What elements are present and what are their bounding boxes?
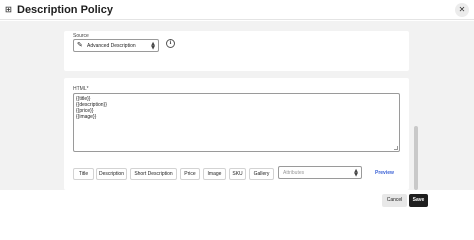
chevron-down-icon: ▼ [151, 45, 155, 51]
source-select[interactable]: ✎ Advanced Description ▲ ▼ [73, 39, 159, 52]
insert-image-button[interactable]: Image [203, 168, 226, 180]
insert-title-button[interactable]: Title [73, 168, 94, 180]
insert-sku-button[interactable]: SKU [229, 168, 246, 180]
source-select-value: Advanced Description [87, 43, 136, 49]
close-icon[interactable]: ✕ [455, 3, 469, 17]
scrollbar[interactable] [414, 126, 418, 190]
cancel-button[interactable]: Cancel [382, 194, 407, 207]
save-button[interactable]: Save [409, 194, 428, 207]
insert-gallery-button[interactable]: Gallery [249, 168, 274, 180]
insert-description-button[interactable]: Description [96, 168, 127, 180]
pen-icon: ✎ [77, 41, 83, 49]
chevron-down-icon: ▼ [354, 172, 358, 178]
insert-price-button[interactable]: Price [180, 168, 200, 180]
grid-logo-icon: ⊞ [5, 5, 12, 14]
preview-link[interactable]: Preview [375, 170, 394, 176]
html-editor[interactable]: {{title}} {{description}} {{price}} {{im… [73, 93, 400, 152]
dialog-title: Description Policy [17, 4, 113, 16]
attributes-select[interactable]: Attributes ▲ ▼ [278, 166, 362, 179]
html-line: {{image}} [76, 114, 97, 120]
dialog-body: Source ✎ Advanced Description ▲ ▼ i HTML… [0, 21, 474, 190]
attributes-placeholder: Attributes [283, 170, 305, 176]
dialog-footer: Cancel Save [0, 190, 474, 210]
resize-handle[interactable] [394, 146, 398, 150]
source-card: Source ✎ Advanced Description ▲ ▼ i [64, 31, 409, 71]
insert-short-description-button[interactable]: Short Description [130, 168, 177, 180]
info-icon[interactable]: i [166, 39, 175, 48]
html-label: HTML* [73, 86, 89, 92]
html-card: HTML* {{title}} {{description}} {{price}… [64, 78, 409, 190]
dialog-header: ⊞ Description Policy ✕ [0, 0, 474, 20]
